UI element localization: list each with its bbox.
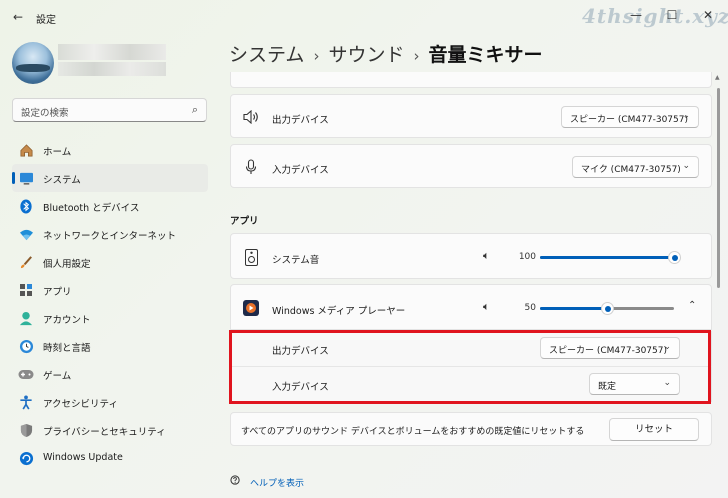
sidebar-item-label: アクセシビリティ	[43, 399, 118, 410]
home-icon	[18, 142, 34, 158]
scrollbar[interactable]	[717, 88, 720, 288]
speaker-icon	[242, 108, 260, 126]
sidebar-item-windows-update[interactable]: Windows Update	[12, 444, 208, 472]
accessibility-icon	[18, 394, 34, 410]
help-icon	[230, 475, 242, 489]
app-title: 設定	[36, 15, 56, 26]
title-bar: ← 設定 4thsight.xyz — ☐ ✕	[0, 0, 728, 34]
sidebar-item-label: アプリ	[43, 287, 72, 298]
input-device-card: 入力デバイス マイク (CM477-30757) ⌄	[230, 144, 712, 188]
sidebar-item-bluetooth[interactable]: Bluetooth とデバイス	[12, 192, 208, 220]
apps-icon	[18, 282, 34, 298]
sidebar-item-home[interactable]: ホーム	[12, 136, 208, 164]
sidebar-item-personalization[interactable]: 個人用設定	[12, 248, 208, 276]
sidebar-item-label: ゲーム	[43, 371, 72, 382]
output-device-value: スピーカー (CM477-30757)	[570, 115, 688, 125]
slider-thumb[interactable]	[601, 302, 614, 315]
input-device-label: 入力デバイス	[272, 165, 329, 176]
sidebar-item-time-language[interactable]: 時刻と言語	[12, 332, 208, 360]
account-icon	[18, 310, 34, 326]
gamepad-icon	[18, 366, 34, 382]
brush-icon	[18, 254, 34, 270]
sidebar-item-accessibility[interactable]: アクセシビリティ	[12, 388, 208, 416]
sidebar-item-label: 時刻と言語	[43, 343, 91, 354]
system-icon	[18, 170, 34, 186]
sidebar-nav: ホーム システム Bluetooth とデバイス ネットワークとインターネット …	[12, 136, 208, 472]
media-player-card[interactable]: Windows メディア プレーヤー 🔈︎ 50 ⌃	[230, 284, 712, 330]
system-sound-label: システム音	[272, 255, 320, 266]
network-icon	[18, 226, 34, 242]
media-player-slider[interactable]	[540, 302, 674, 315]
chevron-down-icon: ⌄	[682, 111, 690, 121]
back-arrow-icon: ←	[12, 10, 24, 24]
input-device-value: マイク (CM477-30757)	[581, 165, 681, 175]
sidebar-item-label: Bluetooth とデバイス	[43, 203, 140, 214]
update-icon	[18, 450, 34, 466]
breadcrumb: システム › サウンド › 音量ミキサー	[229, 40, 542, 67]
sidebar-item-label: ホーム	[43, 147, 72, 158]
sidebar-item-label: プライバシーとセキュリティ	[43, 427, 166, 438]
user-name-blurred	[58, 44, 166, 60]
scroll-up-icon[interactable]: ▲	[715, 74, 720, 81]
chevron-right-icon: ›	[413, 47, 420, 65]
clock-globe-icon	[18, 338, 34, 354]
slider-thumb[interactable]	[668, 251, 681, 264]
breadcrumb-system[interactable]: システム	[229, 44, 304, 66]
bluetooth-icon	[18, 198, 34, 214]
sidebar-item-network[interactable]: ネットワークとインターネット	[12, 220, 208, 248]
search-input[interactable]: 設定の検索	[21, 105, 69, 119]
media-player-icon	[242, 299, 260, 317]
volume-icon[interactable]: 🔈︎	[483, 300, 490, 314]
output-device-dropdown[interactable]: スピーカー (CM477-30757) ⌄	[561, 106, 699, 128]
close-button[interactable]: ✕	[697, 5, 719, 25]
search-icon: ⌕	[191, 103, 198, 116]
back-button[interactable]: ←	[10, 9, 26, 25]
system-sound-card: システム音 🔈︎ 100	[230, 233, 712, 279]
microphone-icon	[242, 158, 260, 176]
settings-window: ← 設定 4thsight.xyz — ☐ ✕ 設定の検索 ⌕ ホーム システム	[0, 0, 728, 498]
breadcrumb-sound[interactable]: サウンド	[328, 44, 404, 66]
sidebar-item-label: Windows Update	[43, 452, 123, 463]
slider-fill	[540, 307, 607, 310]
sidebar-item-label: システム	[43, 175, 81, 186]
system-sound-volume-value: 100	[518, 252, 536, 262]
sidebar-item-apps[interactable]: アプリ	[12, 276, 208, 304]
system-sound-slider[interactable]	[540, 251, 681, 264]
media-player-volume-value: 50	[524, 303, 536, 313]
reset-button[interactable]: リセット	[609, 418, 699, 441]
user-email-blurred	[58, 62, 166, 76]
sidebar-item-gaming[interactable]: ゲーム	[12, 360, 208, 388]
sidebar-item-accounts[interactable]: アカウント	[12, 304, 208, 332]
apps-section-title: アプリ	[230, 216, 259, 227]
input-device-dropdown[interactable]: マイク (CM477-30757) ⌄	[572, 156, 699, 178]
sidebar-item-label: アカウント	[43, 315, 91, 326]
reset-description: すべてのアプリのサウンド デバイスとボリュームをおすすめの既定値にリセットする	[241, 427, 585, 437]
minimize-button[interactable]: —	[625, 5, 647, 25]
partial-card	[230, 72, 712, 88]
chevron-down-icon: ⌄	[682, 161, 690, 171]
output-device-card: 出力デバイス スピーカー (CM477-30757) ⌄	[230, 94, 712, 138]
reset-card: すべてのアプリのサウンド デバイスとボリュームをおすすめの既定値にリセットする …	[230, 412, 712, 446]
volume-icon[interactable]: 🔈︎	[483, 249, 490, 263]
media-player-label: Windows メディア プレーヤー	[272, 306, 406, 317]
sidebar-item-label: ネットワークとインターネット	[43, 231, 177, 242]
system-sound-icon	[242, 248, 260, 266]
search-box[interactable]: 設定の検索 ⌕	[12, 98, 207, 122]
sidebar-item-privacy[interactable]: プライバシーとセキュリティ	[12, 416, 208, 444]
page-title: 音量ミキサー	[428, 44, 543, 66]
sidebar-item-label: 個人用設定	[43, 259, 91, 270]
chevron-up-icon[interactable]: ⌃	[688, 300, 696, 311]
slider-fill	[540, 256, 674, 259]
maximize-button[interactable]: ☐	[661, 5, 683, 25]
annotation-highlight-box	[229, 330, 711, 404]
avatar[interactable]	[12, 42, 54, 84]
help-label: ヘルプを表示	[250, 479, 305, 489]
output-device-label: 出力デバイス	[272, 115, 329, 126]
help-link[interactable]: ヘルプを表示	[230, 475, 304, 489]
sidebar-item-system[interactable]: システム	[12, 164, 208, 192]
chevron-right-icon: ›	[313, 47, 320, 65]
shield-icon	[18, 422, 34, 438]
